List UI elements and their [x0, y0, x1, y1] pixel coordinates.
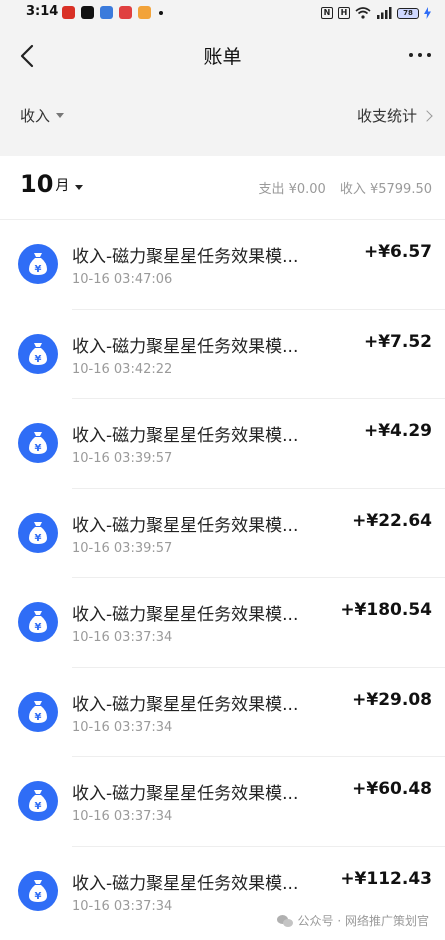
transaction-title: 收入-磁力聚星星任务效果模...	[72, 784, 299, 804]
wifi-icon	[355, 7, 371, 19]
transaction-time: 10-16 03:42:22	[72, 361, 173, 377]
money-bag-icon: ¥	[18, 691, 58, 732]
caret-down-icon	[75, 185, 84, 190]
stats-link-label: 收支统计	[356, 107, 417, 125]
money-bag-icon: ¥	[18, 512, 58, 553]
month-selector[interactable]: 10 月	[20, 170, 84, 198]
status-bar: 3:14 N H 78	[0, 0, 445, 26]
status-time: 3:14	[26, 4, 59, 19]
transaction-amount: +¥7.52	[363, 331, 432, 352]
transaction-time: 10-16 03:47:06	[72, 272, 173, 287]
svg-text:¥: ¥	[35, 622, 42, 633]
transaction-title: 收入-磁力聚星星任务效果模...	[72, 247, 299, 267]
month-number: 10	[20, 170, 54, 198]
money-bag-icon: ¥	[18, 333, 58, 374]
income-total: 收入 ¥5799.50	[339, 182, 432, 197]
money-bag-icon: ¥	[18, 602, 58, 642]
svg-text:¥: ¥	[35, 264, 42, 275]
transaction-row[interactable]: ¥ 收入-磁力聚星星任务效果模... 10-16 03:37:34 +¥29.08	[0, 668, 445, 757]
transaction-row[interactable]: ¥ 收入-磁力聚星星任务效果模... 10-16 03:37:34 +¥60.48	[0, 757, 445, 847]
transaction-amount: +¥6.57	[363, 242, 432, 262]
nfc-icon: N	[321, 7, 333, 19]
charging-icon	[424, 7, 431, 19]
transaction-title: 收入-磁力聚星星任务效果模...	[72, 605, 299, 625]
transaction-list: ¥ 收入-磁力聚星星任务效果模... 10-16 03:47:06 +¥6.57 ¥ 收入…	[0, 220, 445, 936]
transaction-row[interactable]: ¥ 收入-磁力聚星星任务效果模... 10-16 03:42:22 +¥7.52	[0, 310, 445, 399]
page-title: 账单	[203, 46, 242, 68]
expense-total: 支出 ¥0.00	[258, 182, 326, 197]
type-filter-label: 收入	[20, 107, 51, 125]
transaction-title: 收入-磁力聚星星任务效果模...	[72, 873, 299, 894]
section-spacer	[0, 146, 445, 156]
svg-text:¥: ¥	[35, 891, 42, 902]
transaction-amount: +¥180.54	[340, 600, 432, 620]
app-notification-icon	[62, 6, 75, 19]
money-bag-icon: ¥	[18, 870, 58, 911]
transaction-row[interactable]: ¥ 收入-磁力聚星星任务效果模... 10-16 03:47:06 +¥6.57	[0, 220, 445, 310]
svg-text:¥: ¥	[35, 533, 42, 544]
month-summary: 支出 ¥0.00 收入 ¥5799.50	[258, 178, 432, 197]
transaction-time: 10-16 03:39:57	[72, 451, 173, 466]
money-bag-icon: ¥	[18, 781, 58, 821]
tiktok-notification-icon	[81, 6, 94, 19]
transaction-time: 10-16 03:37:34	[72, 630, 173, 645]
svg-text:¥: ¥	[35, 443, 42, 454]
app-notification-icon	[138, 6, 151, 19]
transaction-time: 10-16 03:39:57	[72, 540, 173, 556]
transaction-row[interactable]: ¥ 收入-磁力聚星星任务效果模... 10-16 03:39:57 +¥4.29	[0, 399, 445, 489]
hd-icon: H	[338, 7, 350, 19]
more-notifications-dot	[159, 11, 163, 15]
caret-down-icon	[56, 113, 65, 118]
transaction-time: 10-16 03:37:34	[72, 809, 173, 824]
transaction-time: 10-16 03:37:34	[72, 719, 173, 735]
svg-text:¥: ¥	[35, 801, 42, 812]
watermark: 公众号 · 网络推广策划官	[276, 912, 429, 929]
filter-bar: 收入 收支统计	[0, 86, 445, 146]
month-unit: 月	[55, 178, 70, 194]
transaction-amount: +¥60.48	[352, 779, 432, 799]
transaction-amount: +¥112.43	[340, 868, 432, 889]
svg-text:¥: ¥	[35, 354, 42, 365]
watermark-text: 公众号 · 网络推广策划官	[297, 914, 429, 928]
transaction-amount: +¥22.64	[352, 510, 432, 531]
nav-bar: 账单	[0, 26, 445, 86]
transaction-title: 收入-磁力聚星星任务效果模...	[72, 426, 299, 446]
transaction-title: 收入-磁力聚星星任务效果模...	[72, 694, 299, 715]
month-header: 10 月 支出 ¥0.00 收入 ¥5799.50	[0, 156, 445, 220]
type-filter-dropdown[interactable]: 收入	[20, 105, 65, 126]
battery-icon: 78	[397, 7, 419, 19]
transaction-amount: +¥4.29	[363, 421, 432, 441]
transaction-amount: +¥29.08	[352, 689, 432, 710]
svg-text:¥: ¥	[35, 712, 42, 723]
wechat-icon	[276, 914, 293, 927]
status-icons: N H 78	[321, 5, 431, 21]
transaction-row[interactable]: ¥ 收入-磁力聚星星任务效果模... 10-16 03:39:57 +¥22.64	[0, 489, 445, 578]
transaction-row[interactable]: ¥ 收入-磁力聚星星任务效果模... 10-16 03:37:34 +¥180.54	[0, 578, 445, 668]
chevron-right-icon	[421, 109, 433, 122]
signal-icon	[377, 7, 392, 19]
stats-link[interactable]: 收支统计	[356, 105, 433, 126]
app-notification-icon	[100, 6, 113, 19]
more-options-icon[interactable]	[409, 53, 431, 57]
transaction-time: 10-16 03:37:34	[72, 898, 173, 914]
app-notification-icon	[119, 6, 132, 19]
money-bag-icon: ¥	[18, 423, 58, 463]
money-bag-icon: ¥	[18, 244, 58, 284]
transaction-title: 收入-磁力聚星星任务效果模...	[72, 515, 299, 536]
transaction-title: 收入-磁力聚星星任务效果模...	[72, 336, 299, 357]
